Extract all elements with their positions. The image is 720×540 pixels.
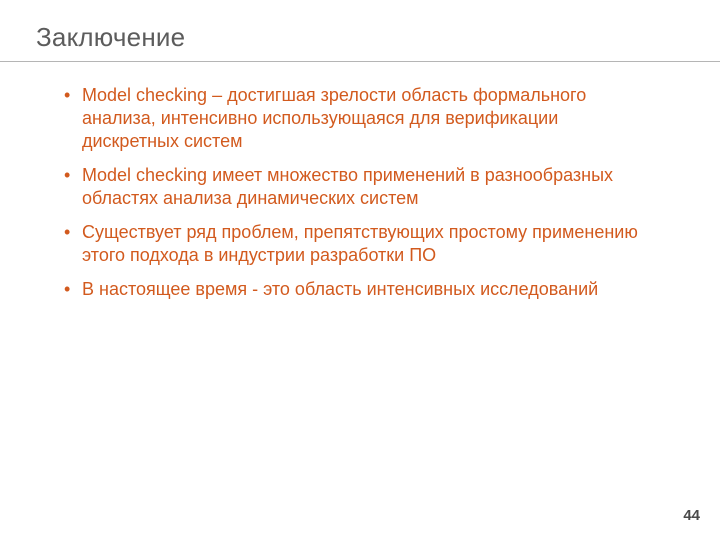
title-block: Заключение [0, 0, 720, 61]
list-item: В настоящее время - это область интенсив… [64, 278, 660, 301]
bullet-list: Model checking – достигшая зрелости обла… [64, 84, 660, 301]
list-item: Model checking – достигшая зрелости обла… [64, 84, 660, 153]
content-area: Model checking – достигшая зрелости обла… [0, 62, 720, 301]
page-number: 44 [683, 507, 700, 524]
slide: Заключение Model checking – достигшая зр… [0, 0, 720, 540]
slide-title: Заключение [36, 22, 720, 53]
list-item: Существует ряд проблем, препятствующих п… [64, 221, 660, 267]
list-item: Model checking имеет множество применени… [64, 164, 660, 210]
